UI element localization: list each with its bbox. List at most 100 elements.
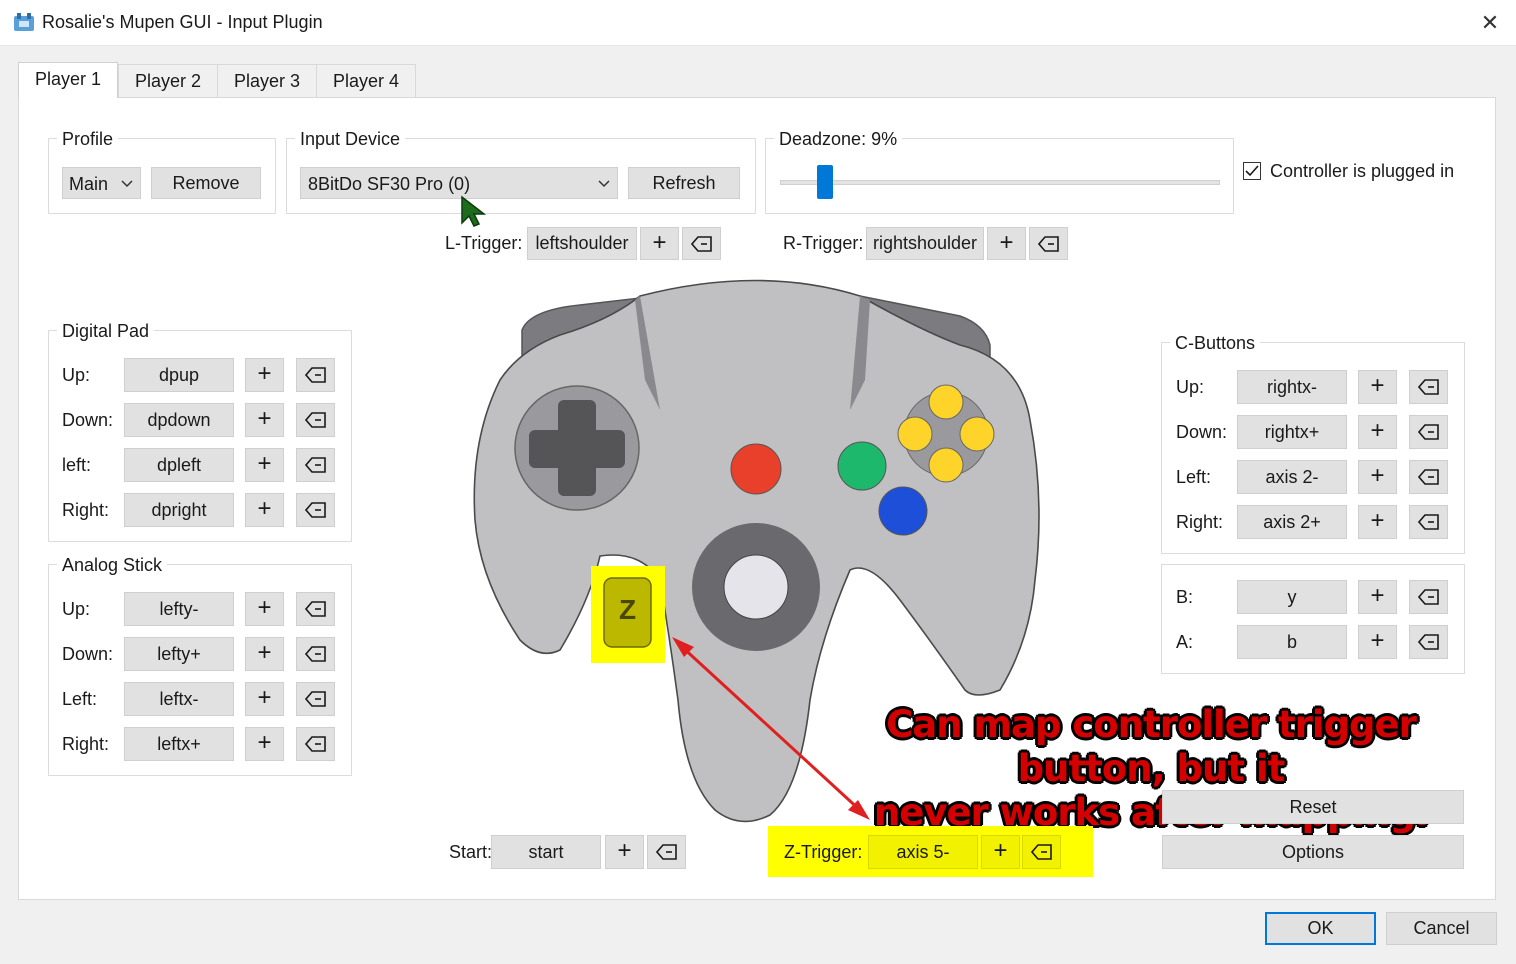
- backspace-icon: [304, 690, 326, 707]
- l-trigger-clear-button[interactable]: [682, 227, 721, 260]
- a-button-label: A:: [1176, 632, 1194, 652]
- r-trigger-label: R-Trigger:: [783, 233, 864, 253]
- b-button-mapping[interactable]: y: [1237, 580, 1347, 614]
- plugged-in-checkbox[interactable]: [1243, 162, 1261, 180]
- plus-icon: +: [1370, 507, 1385, 534]
- z-trigger-clear-button[interactable]: [1022, 835, 1061, 869]
- reset-button[interactable]: Reset: [1162, 790, 1464, 824]
- dpad-down-clear-button[interactable]: [296, 403, 335, 437]
- analog-up-clear-button[interactable]: [296, 592, 335, 626]
- start-add-button[interactable]: +: [605, 835, 644, 869]
- backspace-icon: [304, 600, 326, 617]
- remove-profile-button[interactable]: Remove: [151, 167, 261, 199]
- r-trigger-clear-button[interactable]: [1029, 227, 1068, 260]
- dpad-up-mapping[interactable]: dpup: [124, 358, 234, 392]
- plus-icon: +: [1370, 582, 1385, 609]
- dpad-up-clear-button[interactable]: [296, 358, 335, 392]
- c-up-add-button[interactable]: +: [1358, 370, 1397, 404]
- analog-left-label: Left:: [62, 689, 98, 709]
- tab-player-3[interactable]: Player 3: [217, 64, 318, 97]
- analog-right-add-button[interactable]: +: [245, 727, 284, 761]
- c-down-add-button[interactable]: +: [1358, 415, 1397, 449]
- backspace-icon: [304, 501, 326, 518]
- analog-right-label: Right:: [62, 734, 110, 754]
- options-button[interactable]: Options: [1162, 835, 1464, 869]
- l-trigger-add-button[interactable]: +: [640, 227, 679, 260]
- dpad-up-add-button[interactable]: +: [245, 358, 284, 392]
- analog-up-mapping[interactable]: lefty-: [124, 592, 234, 626]
- a-clear-button[interactable]: [1409, 625, 1448, 659]
- plus-icon: +: [617, 837, 632, 864]
- c-up-clear-button[interactable]: [1409, 370, 1448, 404]
- analog-up-add-button[interactable]: +: [245, 592, 284, 626]
- plus-icon: +: [257, 639, 272, 666]
- c-down-clear-button[interactable]: [1409, 415, 1448, 449]
- c-left-clear-button[interactable]: [1409, 460, 1448, 494]
- plugged-in-label: Controller is plugged in: [1270, 161, 1455, 181]
- close-icon[interactable]: ✕: [1468, 8, 1512, 38]
- c-buttons-group-label: C-Buttons: [1170, 333, 1261, 354]
- analog-right-clear-button[interactable]: [296, 727, 335, 761]
- dpad-right-clear-button[interactable]: [296, 493, 335, 527]
- z-trigger-mapping[interactable]: axis 5-: [868, 835, 978, 869]
- l-trigger-mapping[interactable]: leftshoulder: [527, 227, 637, 260]
- input-device-group-label: Input Device: [295, 129, 406, 150]
- c-up-mapping[interactable]: rightx-: [1237, 370, 1347, 404]
- refresh-button[interactable]: Refresh: [628, 167, 740, 199]
- profile-select-value: Main: [69, 174, 109, 194]
- dpad-down-mapping[interactable]: dpdown: [124, 403, 234, 437]
- cancel-button[interactable]: Cancel: [1386, 912, 1497, 945]
- analog-down-add-button[interactable]: +: [245, 637, 284, 671]
- window-title: Rosalie's Mupen GUI - Input Plugin: [42, 12, 323, 32]
- b-add-button[interactable]: +: [1358, 580, 1397, 614]
- dpad-down-add-button[interactable]: +: [245, 403, 284, 437]
- analog-right-mapping[interactable]: leftx+: [124, 727, 234, 761]
- analog-stick-group-label: Analog Stick: [57, 555, 168, 576]
- chevron-down-icon: [598, 180, 610, 188]
- analog-down-mapping[interactable]: lefty+: [124, 637, 234, 671]
- z-trigger-add-button[interactable]: +: [981, 835, 1020, 869]
- backspace-icon: [304, 735, 326, 752]
- dpad-right-add-button[interactable]: +: [245, 493, 284, 527]
- r-trigger-add-button[interactable]: +: [987, 227, 1026, 260]
- ok-button[interactable]: OK: [1265, 912, 1376, 945]
- plus-icon: +: [257, 495, 272, 522]
- analog-down-clear-button[interactable]: [296, 637, 335, 671]
- c-right-add-button[interactable]: +: [1358, 505, 1397, 539]
- start-clear-button[interactable]: [647, 835, 686, 869]
- a-add-button[interactable]: +: [1358, 625, 1397, 659]
- backspace-icon: [1417, 468, 1439, 485]
- dpad-left-label: left:: [62, 455, 92, 475]
- tab-player-2[interactable]: Player 2: [118, 64, 219, 97]
- dpad-left-clear-button[interactable]: [296, 448, 335, 482]
- dpad-left-add-button[interactable]: +: [245, 448, 284, 482]
- tab-player-4[interactable]: Player 4: [316, 64, 417, 97]
- plus-icon: +: [257, 360, 272, 387]
- c-left-add-button[interactable]: +: [1358, 460, 1397, 494]
- plus-icon: +: [1370, 372, 1385, 399]
- tab-player-1[interactable]: Player 1: [18, 62, 119, 98]
- dpad-right-label: Right:: [62, 500, 110, 520]
- analog-left-mapping[interactable]: leftx-: [124, 682, 234, 716]
- dpad-left-mapping[interactable]: dpleft: [124, 448, 234, 482]
- deadzone-slider-track[interactable]: [780, 180, 1220, 185]
- backspace-icon: [655, 843, 677, 860]
- backspace-icon: [1417, 423, 1439, 440]
- analog-left-add-button[interactable]: +: [245, 682, 284, 716]
- b-clear-button[interactable]: [1409, 580, 1448, 614]
- deadzone-slider-thumb[interactable]: [817, 165, 833, 199]
- c-left-mapping[interactable]: axis 2-: [1237, 460, 1347, 494]
- dpad-right-mapping[interactable]: dpright: [124, 493, 234, 527]
- profile-select[interactable]: Main: [62, 167, 141, 199]
- deadzone-label: Deadzone: 9%: [774, 129, 903, 150]
- plus-icon: +: [1370, 627, 1385, 654]
- c-down-mapping[interactable]: rightx+: [1237, 415, 1347, 449]
- backspace-icon: [1030, 843, 1052, 860]
- c-left-label: Left:: [1176, 467, 1212, 487]
- r-trigger-mapping[interactable]: rightshoulder: [866, 227, 984, 260]
- a-button-mapping[interactable]: b: [1237, 625, 1347, 659]
- c-right-mapping[interactable]: axis 2+: [1237, 505, 1347, 539]
- start-mapping[interactable]: start: [491, 835, 601, 869]
- c-right-clear-button[interactable]: [1409, 505, 1448, 539]
- analog-left-clear-button[interactable]: [296, 682, 335, 716]
